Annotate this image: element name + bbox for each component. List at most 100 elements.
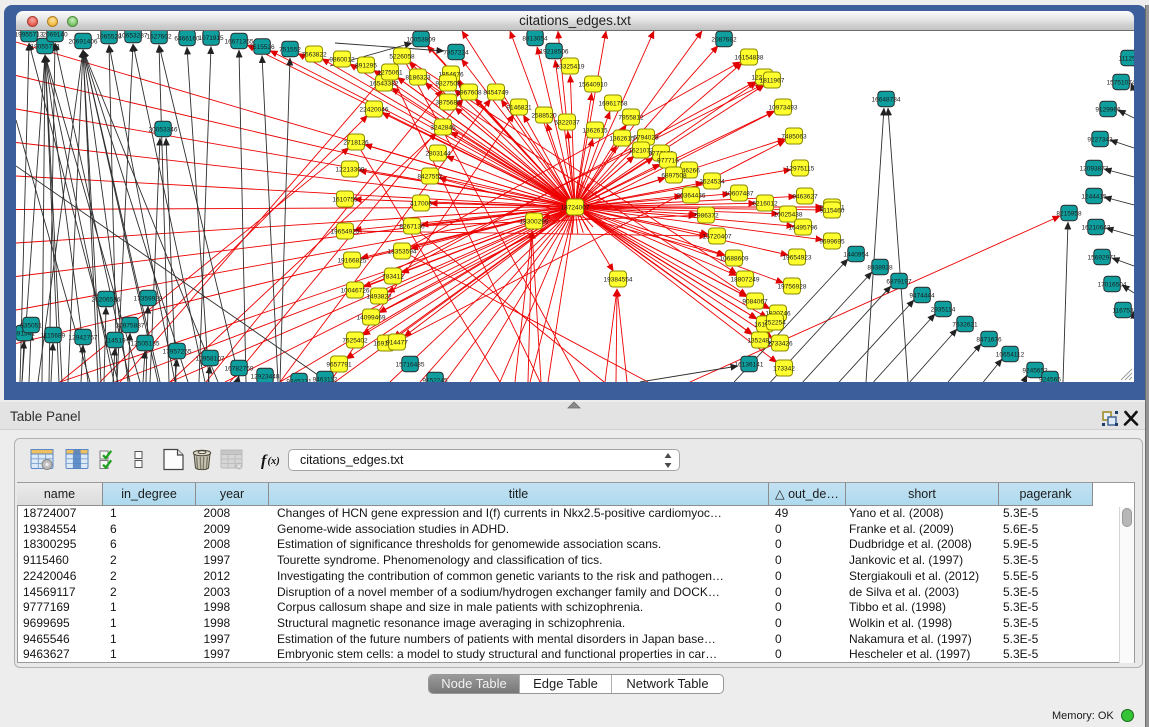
svg-text:2069140: 2069140 xyxy=(42,32,68,39)
svg-text:7986372: 7986372 xyxy=(693,213,719,220)
svg-text:16543382: 16543382 xyxy=(370,81,399,88)
svg-text:7625402: 7625402 xyxy=(342,338,368,345)
svg-text:12942757: 12942757 xyxy=(69,335,98,342)
svg-text:13353594: 13353594 xyxy=(388,249,417,256)
svg-text:1493822: 1493822 xyxy=(366,294,392,301)
svg-text:9463627: 9463627 xyxy=(792,194,818,201)
svg-text:8427552: 8427552 xyxy=(417,174,443,181)
svg-text:12213309: 12213309 xyxy=(336,167,365,174)
svg-text:15751074: 15751074 xyxy=(1107,80,1134,87)
svg-text:1733426: 1733426 xyxy=(767,341,793,348)
svg-text:9657791: 9657791 xyxy=(326,362,352,369)
svg-text:19055713: 19055713 xyxy=(31,44,60,51)
svg-text:3624534: 3624534 xyxy=(699,179,725,186)
svg-text:2935114: 2935114 xyxy=(931,307,956,314)
svg-text:6897508: 6897508 xyxy=(661,173,687,180)
svg-text:3242845: 3242845 xyxy=(430,125,456,132)
svg-text:9115460: 9115460 xyxy=(820,208,845,215)
svg-text:1610755: 1610755 xyxy=(332,197,358,204)
svg-text:1440954: 1440954 xyxy=(843,252,869,259)
svg-text:14099469: 14099469 xyxy=(357,315,386,322)
svg-text:1244415: 1244415 xyxy=(1081,194,1107,201)
svg-text:8454749: 8454749 xyxy=(483,90,509,97)
svg-text:30975887: 30975887 xyxy=(116,323,145,330)
svg-text:10958107: 10958107 xyxy=(196,356,225,363)
svg-text:12975115: 12975115 xyxy=(786,166,815,173)
svg-text:6322037: 6322037 xyxy=(554,120,580,127)
svg-text:19384554: 19384554 xyxy=(604,277,633,284)
svg-text:10973493: 10973493 xyxy=(769,105,798,112)
svg-text:8215958: 8215958 xyxy=(1056,211,1082,218)
svg-text:6466160: 6466160 xyxy=(174,36,200,43)
svg-text:7955812: 7955812 xyxy=(618,115,644,122)
svg-text:5226058: 5226058 xyxy=(389,54,415,61)
svg-text:10654112: 10654112 xyxy=(996,352,1025,359)
svg-text:26206516: 26206516 xyxy=(92,297,121,304)
svg-text:9227343: 9227343 xyxy=(1087,137,1113,144)
svg-text:15720407: 15720407 xyxy=(703,234,732,241)
svg-text:173342: 173342 xyxy=(773,366,795,373)
svg-text:7485063: 7485063 xyxy=(781,134,807,141)
svg-text:1362615: 1362615 xyxy=(582,128,608,135)
svg-text:114519: 114519 xyxy=(104,338,126,345)
svg-text:1275061: 1275061 xyxy=(377,70,403,77)
svg-text:751552: 751552 xyxy=(279,47,301,54)
svg-text:16495796: 16495796 xyxy=(789,225,818,232)
svg-text:16210643: 16210643 xyxy=(1082,225,1111,232)
svg-text:17016504: 17016504 xyxy=(1098,282,1127,289)
svg-text:111254: 111254 xyxy=(1119,56,1134,63)
svg-text:10025438: 10025438 xyxy=(774,212,803,219)
svg-text:(x): (x) xyxy=(268,456,280,467)
svg-text:2087682: 2087682 xyxy=(711,37,737,44)
svg-text:3875685: 3875685 xyxy=(435,100,461,107)
svg-text:19955713: 19955713 xyxy=(16,32,44,39)
svg-text:417006: 417006 xyxy=(410,201,432,208)
svg-text:7515526: 7515526 xyxy=(249,44,275,51)
svg-text:1362615: 1362615 xyxy=(609,136,635,143)
svg-text:9327508: 9327508 xyxy=(435,81,461,88)
svg-text:12923448: 12923448 xyxy=(251,374,280,381)
svg-text:16154838: 16154838 xyxy=(735,55,764,62)
svg-text:20053346: 20053346 xyxy=(149,127,178,134)
svg-text:1115689: 1115689 xyxy=(41,333,66,340)
svg-text:9084067: 9084067 xyxy=(742,299,768,306)
svg-text:19654925: 19654925 xyxy=(331,229,360,236)
svg-text:8813054: 8813054 xyxy=(522,36,548,43)
svg-text:914477: 914477 xyxy=(386,340,408,347)
svg-text:6879197: 6879197 xyxy=(886,279,912,286)
svg-text:20691406: 20691406 xyxy=(69,39,98,46)
svg-text:9474444: 9474444 xyxy=(909,293,935,300)
svg-text:16782759: 16782759 xyxy=(225,366,254,373)
svg-text:8938928: 8938928 xyxy=(867,265,893,272)
svg-text:8186323: 8186323 xyxy=(405,75,431,82)
svg-text:18724007: 18724007 xyxy=(561,205,590,212)
svg-text:16961758: 16961758 xyxy=(599,101,628,108)
svg-text:9146821: 9146821 xyxy=(506,105,532,112)
svg-text:18300295: 18300295 xyxy=(520,219,549,226)
svg-text:7632621: 7632621 xyxy=(952,322,978,329)
svg-text:20364436: 20364436 xyxy=(677,193,706,200)
svg-text:9463112: 9463112 xyxy=(313,377,338,383)
svg-text:835051: 835051 xyxy=(20,323,42,330)
svg-text:252254: 252254 xyxy=(764,320,786,327)
svg-text:783412: 783412 xyxy=(382,274,404,281)
svg-text:2967608: 2967608 xyxy=(456,90,482,97)
svg-text:9860012: 9860012 xyxy=(329,57,355,64)
svg-text:15692971: 15692971 xyxy=(1088,255,1117,262)
svg-text:19756928: 19756928 xyxy=(778,284,807,291)
svg-text:8471676: 8471676 xyxy=(976,337,1002,344)
svg-text:15640910: 15640910 xyxy=(579,82,608,89)
svg-text:19166825: 19166825 xyxy=(338,258,367,265)
svg-text:6216012: 6216012 xyxy=(752,201,778,208)
svg-text:10053809: 10053809 xyxy=(407,37,436,44)
svg-text:2588520: 2588520 xyxy=(531,113,557,120)
svg-text:10607487: 10607487 xyxy=(725,191,754,198)
svg-text:7663822: 7663822 xyxy=(301,52,327,59)
svg-text:9245231: 9245231 xyxy=(286,379,312,383)
svg-text:12505135: 12505135 xyxy=(131,341,160,348)
svg-text:1071915: 1071915 xyxy=(198,35,224,42)
svg-text:2803144: 2803144 xyxy=(425,151,451,158)
svg-text:16648784: 16648784 xyxy=(872,97,901,104)
svg-text:7857224: 7857224 xyxy=(443,50,469,57)
svg-text:18807249: 18807249 xyxy=(731,277,760,284)
